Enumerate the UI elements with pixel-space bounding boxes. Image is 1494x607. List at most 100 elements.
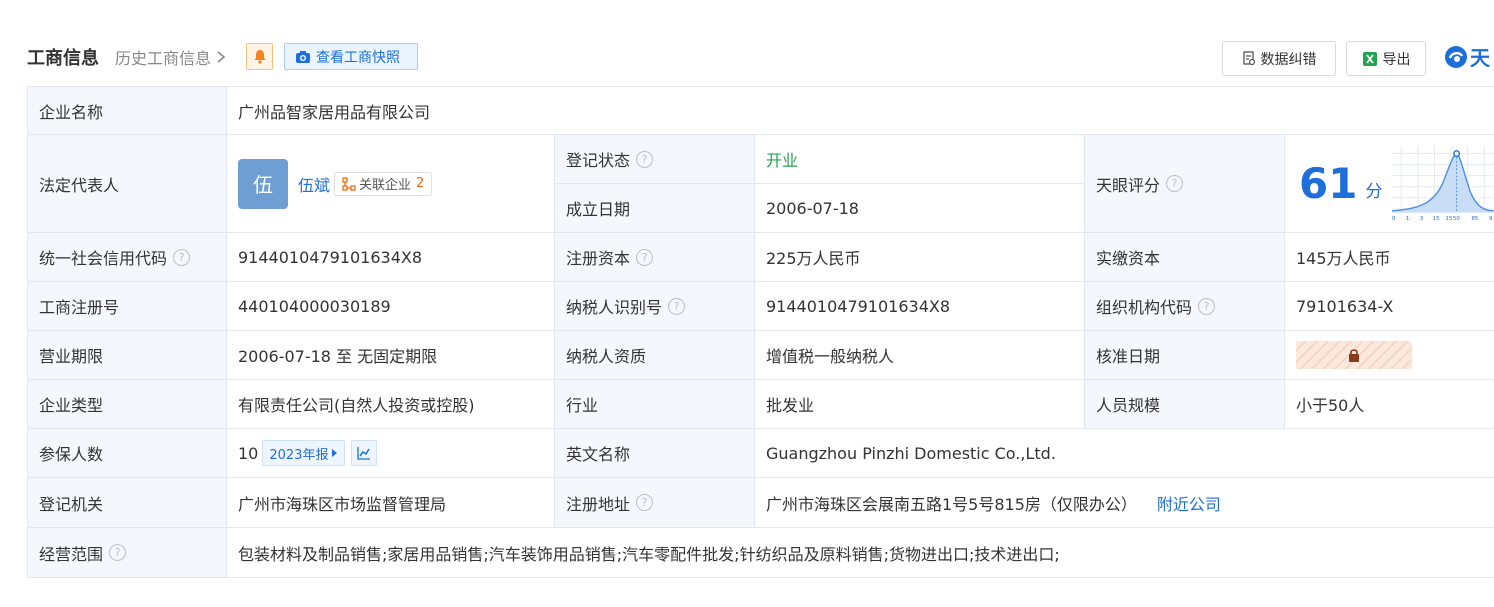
question-circle-icon[interactable]: ? xyxy=(173,248,191,266)
type-value: 有限责任公司(自然人投资或控股) xyxy=(227,380,555,429)
paid-capital-value: 145万人民币 xyxy=(1285,233,1494,282)
trend-chart-icon xyxy=(357,447,371,460)
vip-locked-value[interactable] xyxy=(1296,341,1412,369)
founded-value: 2006-07-18 xyxy=(755,184,1085,233)
data-correction-label: 数据纠错 xyxy=(1260,51,1317,68)
history-link[interactable]: 历史工商信息 xyxy=(115,45,226,69)
founded-label: 成立日期 xyxy=(555,184,755,233)
logo-text: 天 xyxy=(1470,46,1490,70)
export-button[interactable]: 导出 xyxy=(1346,41,1426,76)
score-unit: 分 xyxy=(1365,182,1383,202)
scope-value: 包装材料及制品销售;家居用品销售;汽车装饰用品销售;汽车零配件批发;针纺织品及原… xyxy=(227,528,1494,578)
type-label: 企业类型 xyxy=(27,380,227,429)
reg-capital-value: 225万人民币 xyxy=(755,233,1085,282)
history-link-label: 历史工商信息 xyxy=(115,49,212,68)
credit-code-value: 9144010479101634X8 xyxy=(227,233,555,282)
en-name-value: Guangzhou Pinzhi Domestic Co.,Ltd. xyxy=(755,429,1494,478)
score-label-text: 天眼评分 xyxy=(1096,175,1161,195)
industry-label: 行业 xyxy=(555,380,755,429)
question-circle-icon[interactable]: ? xyxy=(1198,297,1216,315)
annual-report-label: 2023年报 xyxy=(269,447,329,463)
reg-no-value: 440104000030189 xyxy=(227,282,555,331)
company-name-value: 广州品智家居用品有限公司 xyxy=(227,86,1494,135)
insured-value: 10 xyxy=(238,443,259,463)
related-companies-count: 2 xyxy=(416,176,425,191)
lock-icon xyxy=(1349,349,1359,362)
legal-rep-name-link[interactable]: 伍斌 xyxy=(298,172,330,196)
camera-icon xyxy=(296,50,310,63)
brand-logo: 天 xyxy=(1444,42,1490,71)
score-axis-tick: 1 xyxy=(1406,216,1410,222)
bell-icon xyxy=(254,50,265,64)
question-circle-icon[interactable]: ? xyxy=(636,248,654,266)
staff-value: 小于50人 xyxy=(1285,380,1494,429)
reg-capital-label: 注册资本 ? xyxy=(555,233,755,282)
relation-icon xyxy=(342,176,356,191)
reg-status-value: 开业 xyxy=(755,135,1085,184)
score-axis-tick: 50 xyxy=(1453,216,1461,222)
paid-capital-label: 实缴资本 xyxy=(1085,233,1285,282)
credit-code-label-text: 统一社会信用代码 xyxy=(39,249,168,268)
insured-trend-button[interactable] xyxy=(351,440,378,466)
taxpayer-id-label-text: 纳税人识别号 xyxy=(566,298,663,317)
term-label: 营业期限 xyxy=(27,331,227,380)
question-circle-icon[interactable]: ? xyxy=(1166,175,1184,192)
address-label: 注册地址 ? xyxy=(555,478,755,528)
score-axis-tick: 9 xyxy=(1489,216,1493,222)
reg-capital-label-text: 注册资本 xyxy=(566,249,631,268)
score-cell[interactable]: 61 分 0 1 3 15 15 50 85 9 xyxy=(1285,135,1494,233)
staff-label: 人员规模 xyxy=(1085,380,1285,429)
score-axis-tick: 85 xyxy=(1472,216,1480,222)
annual-report-tag[interactable]: 2023年报 xyxy=(262,440,346,466)
score-axis-tick: 0 xyxy=(1392,216,1396,222)
related-companies-label: 关联企业 xyxy=(359,178,412,193)
score-axis-tick: 15 xyxy=(1446,216,1454,222)
authority-value: 广州市海珠区市场监督管理局 xyxy=(227,478,555,528)
section-header: 工商信息 历史工商信息 查看工商快照 数据纠错 导出 天 xyxy=(27,40,1494,76)
scope-label: 经营范围 ? xyxy=(27,528,227,578)
document-icon xyxy=(1242,51,1255,66)
question-circle-icon[interactable]: ? xyxy=(636,494,654,511)
address-value: 广州市海珠区会展南五路1号5号815房（仅限办公） xyxy=(766,494,1137,514)
company-name-label: 企业名称 xyxy=(27,86,227,135)
data-correction-button[interactable]: 数据纠错 xyxy=(1222,41,1336,76)
taxpayer-id-label: 纳税人识别号 ? xyxy=(555,282,755,331)
caret-right-icon xyxy=(332,449,338,457)
chevron-right-icon xyxy=(217,51,226,63)
score-axis-tick: 3 xyxy=(1420,216,1424,222)
snapshot-button[interactable]: 查看工商快照 xyxy=(284,43,418,70)
score-axis-tick: 15 xyxy=(1433,216,1441,222)
legal-rep-avatar[interactable]: 伍 xyxy=(238,158,288,209)
question-circle-icon[interactable]: ? xyxy=(636,150,654,168)
org-code-label: 组织机构代码 ? xyxy=(1085,282,1285,331)
address-label-text: 注册地址 xyxy=(566,494,631,514)
org-code-label-text: 组织机构代码 xyxy=(1096,298,1193,317)
insured-cell: 10 2023年报 xyxy=(227,429,555,478)
tax-qual-label: 纳税人资质 xyxy=(555,331,755,380)
business-info-table: 企业名称 广州品智家居用品有限公司 法定代表人 伍 伍斌 关联企业 2 登记状态… xyxy=(27,86,1494,578)
snapshot-button-label: 查看工商快照 xyxy=(316,49,400,66)
related-companies-tag[interactable]: 关联企业 2 xyxy=(334,171,433,196)
tianyancha-logo-icon xyxy=(1445,45,1467,68)
scope-label-text: 经营范围 xyxy=(39,544,104,564)
credit-code-label: 统一社会信用代码 ? xyxy=(27,233,227,282)
address-cell: 广州市海珠区会展南五路1号5号815房（仅限办公） 附近公司 xyxy=(755,478,1494,528)
nearby-companies-link[interactable]: 附近公司 xyxy=(1157,491,1221,515)
reg-status-label-text: 登记状态 xyxy=(566,151,631,170)
follow-bell-button[interactable] xyxy=(246,43,273,70)
score-label: 天眼评分 ? xyxy=(1085,135,1285,233)
question-circle-icon[interactable]: ? xyxy=(668,297,686,315)
score-distribution-chart: 0 1 3 15 15 50 85 9 xyxy=(1392,145,1494,222)
score-value: 61 xyxy=(1299,158,1358,208)
legal-rep-cell: 伍 伍斌 关联企业 2 xyxy=(227,135,555,233)
org-code-value: 79101634-X xyxy=(1285,282,1494,331)
industry-value: 批发业 xyxy=(755,380,1085,429)
section-title: 工商信息 xyxy=(27,48,99,69)
excel-icon xyxy=(1362,51,1377,66)
export-label: 导出 xyxy=(1382,51,1411,68)
legal-rep-label: 法定代表人 xyxy=(27,135,227,233)
tax-qual-value: 增值税一般纳税人 xyxy=(755,331,1085,380)
question-circle-icon[interactable]: ? xyxy=(109,544,127,561)
authority-label: 登记机关 xyxy=(27,478,227,528)
taxpayer-id-value: 9144010479101634X8 xyxy=(755,282,1085,331)
